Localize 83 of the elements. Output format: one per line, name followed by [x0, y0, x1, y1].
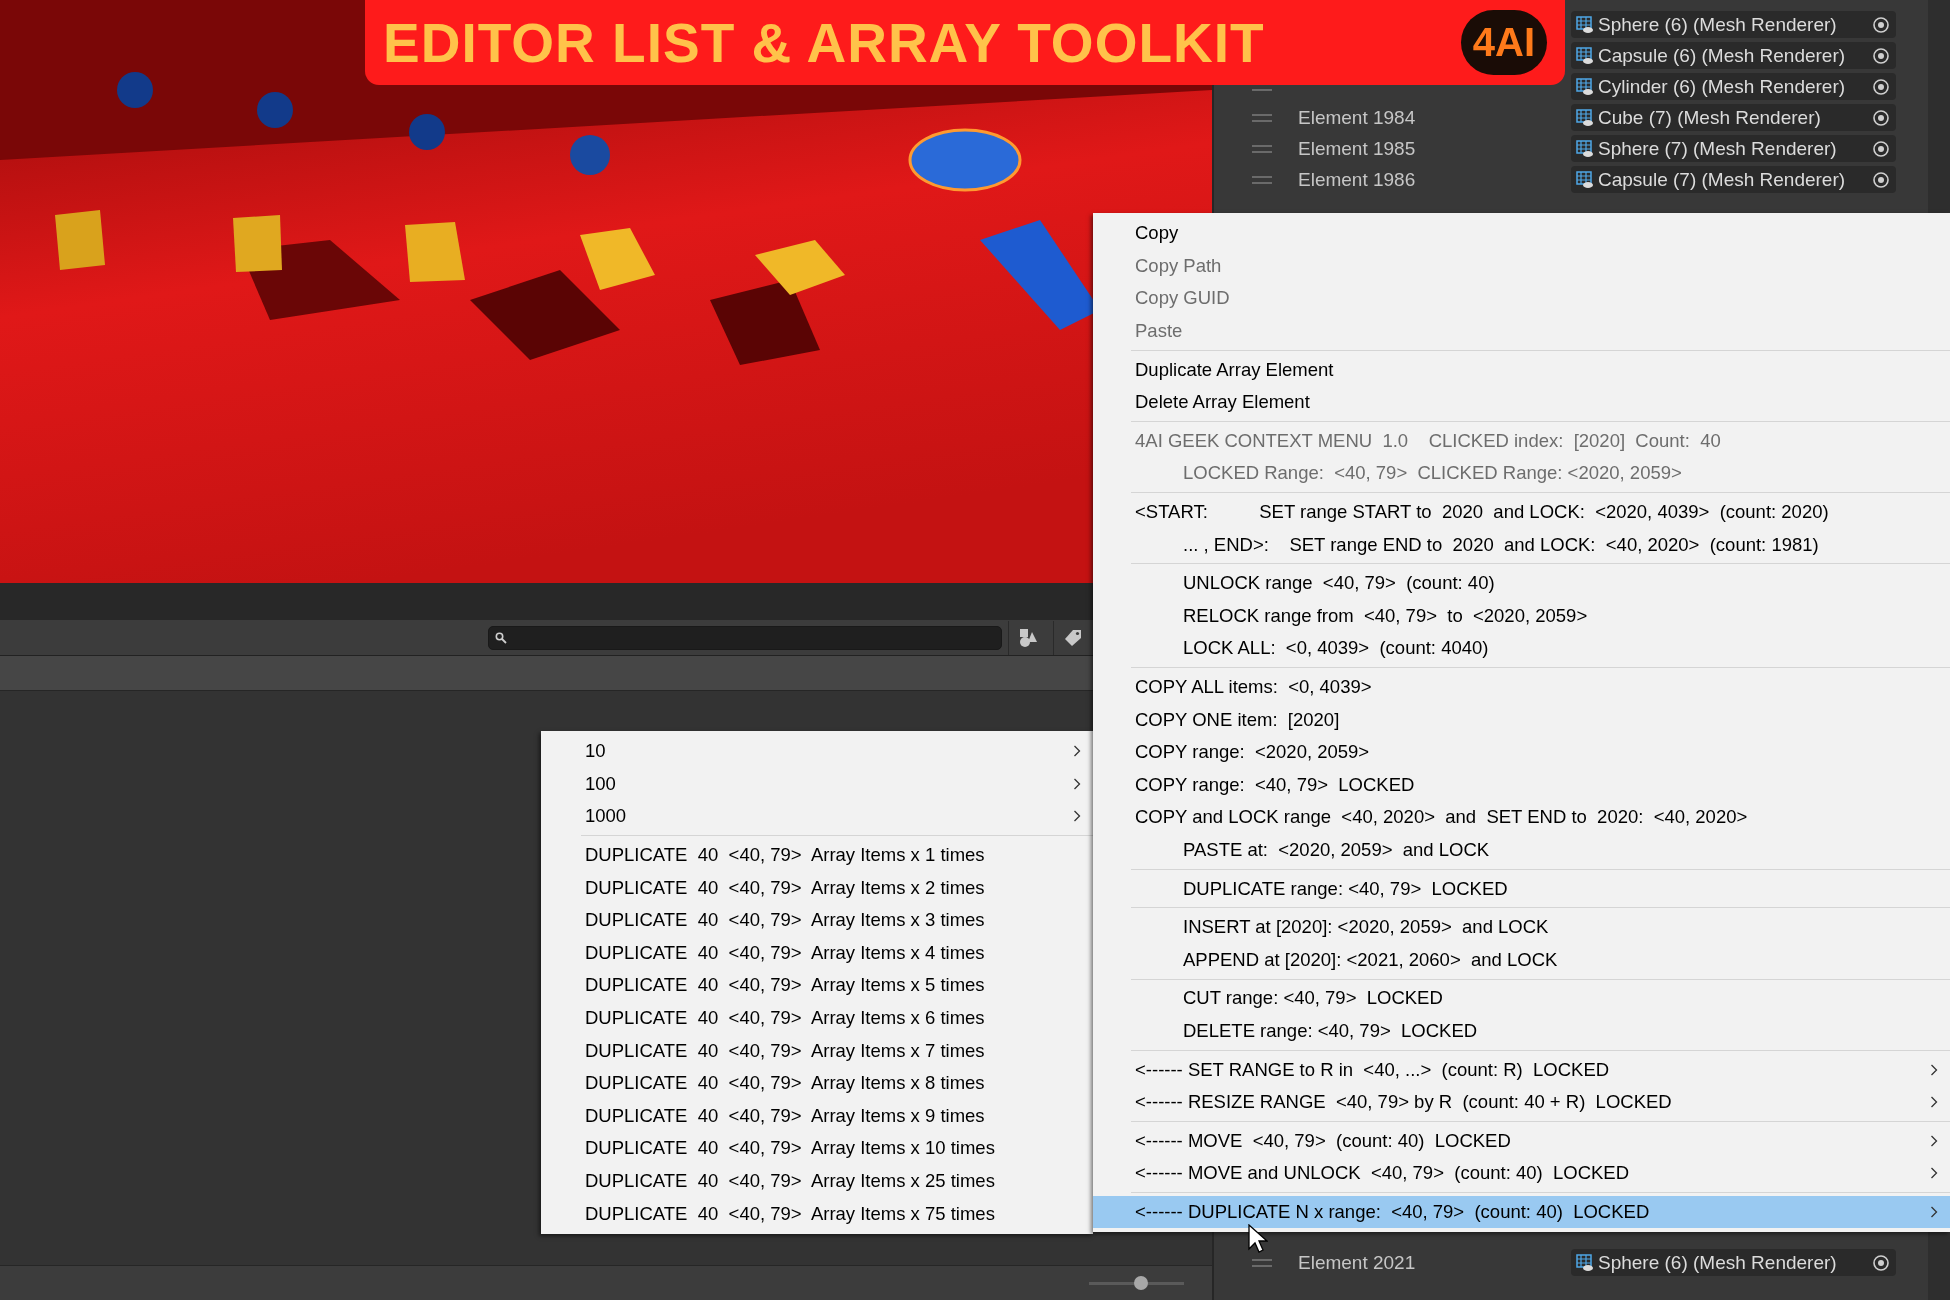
menu-item[interactable]: DUPLICATE 40 <40, 79> Array Items x 4 times — [541, 936, 1093, 970]
menu-item[interactable]: PASTE at: <2020, 2059> and LOCK — [1093, 833, 1950, 867]
object-field[interactable]: Sphere (6) (Mesh Renderer) — [1571, 1249, 1896, 1276]
menu-item[interactable]: APPEND at [2020]: <2021, 2060> and LOCK — [1093, 943, 1950, 977]
mesh-renderer-icon — [1576, 139, 1594, 158]
drag-handle-icon[interactable] — [1252, 144, 1272, 153]
object-field[interactable]: Capsule (7) (Mesh Renderer) — [1571, 166, 1896, 193]
object-picker-icon[interactable] — [1872, 15, 1890, 34]
object-field[interactable]: Cylinder (6) (Mesh Renderer) — [1571, 73, 1896, 100]
menu-item[interactable]: COPY ALL items: <0, 4039> — [1093, 670, 1950, 704]
search-icon — [495, 631, 507, 644]
menu-item[interactable]: COPY ONE item: [2020] — [1093, 703, 1950, 736]
menu-item[interactable]: DUPLICATE 40 <40, 79> Array Items x 75 times — [541, 1197, 1093, 1230]
menu-item[interactable]: <START: SET range START to 2020 and LOCK: <2020, 4039> (count: 2020) — [1093, 495, 1950, 529]
menu-item[interactable]: DUPLICATE 40 <40, 79> Array Items x 3 times — [541, 903, 1093, 937]
element-label: Element 1986 — [1298, 168, 1417, 191]
mesh-renderer-icon — [1576, 77, 1594, 96]
object-picker-icon[interactable] — [1872, 1253, 1890, 1272]
menu-item[interactable]: DUPLICATE 40 <40, 79> Array Items x 7 times — [541, 1034, 1093, 1067]
chevron-right-icon — [1930, 1134, 1938, 1147]
chevron-right-icon — [1930, 1205, 1938, 1218]
menu-item[interactable]: <------ RESIZE RANGE <40, 79> by R (count: 40 + R) LOCKED — [1093, 1085, 1950, 1119]
menu-item[interactable]: <------ SET RANGE to R in <40, ...> (count: R) LOCKED — [1093, 1053, 1950, 1086]
chevron-right-icon — [1073, 777, 1081, 790]
chevron-right-icon — [1073, 810, 1081, 823]
menu-item[interactable]: COPY range: <40, 79> LOCKED — [1093, 768, 1950, 802]
object-picker-icon[interactable] — [1872, 46, 1890, 65]
object-picker-icon[interactable] — [1872, 77, 1890, 96]
object-picker-icon[interactable] — [1872, 170, 1890, 189]
menu-item[interactable]: RELOCK range from <40, 79> to <2020, 2059> — [1093, 599, 1950, 633]
object-picker-icon[interactable] — [1872, 108, 1890, 127]
object-picker-icon[interactable] — [1872, 139, 1890, 158]
mesh-renderer-icon — [1576, 46, 1594, 65]
menu-item[interactable]: DUPLICATE 40 <40, 79> Array Items x 25 times — [541, 1164, 1093, 1198]
menu-item[interactable]: ... , END>: SET range END to 2020 and LOCK: <40, 2020> (count: 1981) — [1093, 528, 1950, 561]
menu-item[interactable]: 10 — [541, 735, 1093, 768]
mesh-renderer-icon — [1576, 108, 1594, 127]
chevron-right-icon — [1930, 1096, 1938, 1109]
menu-item[interactable]: COPY range: <2020, 2059> — [1093, 735, 1950, 769]
element-label: Element 2021 — [1298, 1251, 1417, 1274]
object-field[interactable]: Sphere (6) (Mesh Renderer) — [1571, 11, 1896, 38]
menu-item[interactable]: DUPLICATE 40 <40, 79> Array Items x 2 times — [541, 871, 1093, 904]
menu-item[interactable]: LOCK ALL: <0, 4039> (count: 4040) — [1093, 632, 1950, 665]
menu-item[interactable]: 100 — [541, 767, 1093, 801]
tag-icon — [1064, 628, 1082, 647]
drag-handle-icon[interactable] — [1252, 1258, 1272, 1267]
menu-item[interactable]: Duplicate Array Element — [1093, 353, 1950, 386]
chevron-right-icon — [1930, 1063, 1938, 1076]
mesh-renderer-icon — [1576, 170, 1594, 189]
menu-item[interactable]: UNLOCK range <40, 79> (count: 40) — [1093, 566, 1950, 600]
menu-item[interactable]: 1000 — [541, 800, 1093, 833]
menu-item[interactable]: <------ MOVE and UNLOCK <40, 79> (count: 40) LOCKED — [1093, 1157, 1950, 1190]
menu-item[interactable]: <------ MOVE <40, 79> (count: 40) LOCKED — [1093, 1124, 1950, 1158]
object-field[interactable]: Capsule (6) (Mesh Renderer) — [1571, 42, 1896, 69]
menu-item[interactable]: COPY and LOCK range <40, 2020> and SET END to 2020: <40, 2020> — [1093, 801, 1950, 834]
element-label: Element 1984 — [1298, 106, 1417, 129]
mesh-renderer-icon — [1576, 1253, 1594, 1272]
object-field[interactable]: Cube (7) (Mesh Renderer) — [1571, 104, 1896, 131]
menu-item[interactable]: Copy — [1093, 217, 1950, 250]
menu-item[interactable]: DUPLICATE 40 <40, 79> Array Items x 1 times — [541, 838, 1093, 872]
drag-handle-icon[interactable] — [1252, 113, 1272, 122]
shapes-icon — [1018, 627, 1038, 648]
menu-item[interactable]: DUPLICATE range: <40, 79> LOCKED — [1093, 872, 1950, 905]
menu-item[interactable]: <------ DUPLICATE N x range: <40, 79> (count: 40) LOCKED — [1093, 1195, 1950, 1229]
menu-item[interactable]: DUPLICATE 40 <40, 79> Array Items x 5 times — [541, 969, 1093, 1002]
menu-item[interactable]: DELETE range: <40, 79> LOCKED — [1093, 1014, 1950, 1048]
menu-item[interactable]: DUPLICATE 40 <40, 79> Array Items x 9 times — [541, 1099, 1093, 1133]
menu-item[interactable]: CUT range: <40, 79> LOCKED — [1093, 982, 1950, 1015]
chevron-right-icon — [1930, 1167, 1938, 1180]
object-field[interactable]: Sphere (7) (Mesh Renderer) — [1571, 135, 1896, 162]
menu-item[interactable]: DUPLICATE 40 <40, 79> Array Items x 6 times — [541, 1001, 1093, 1035]
mouse-cursor-icon — [1248, 1224, 1268, 1254]
menu-item[interactable]: DUPLICATE 40 <40, 79> Array Items x 8 times — [541, 1066, 1093, 1100]
menu-item[interactable]: DUPLICATE 40 <40, 79> Array Items x 10 times — [541, 1132, 1093, 1165]
banner-title: EDITOR LIST & ARRAY TOOLKIT — [383, 10, 1265, 75]
logo: 4AI — [1460, 10, 1547, 75]
chevron-right-icon — [1073, 745, 1081, 758]
menu-item[interactable]: INSERT at [2020]: <2020, 2059> and LOCK — [1093, 910, 1950, 944]
drag-handle-icon[interactable] — [1252, 175, 1272, 184]
mesh-renderer-icon — [1576, 15, 1594, 34]
element-label: Element 1985 — [1298, 137, 1417, 160]
menu-item[interactable]: Delete Array Element — [1093, 385, 1950, 419]
search-field[interactable] — [488, 625, 1002, 650]
